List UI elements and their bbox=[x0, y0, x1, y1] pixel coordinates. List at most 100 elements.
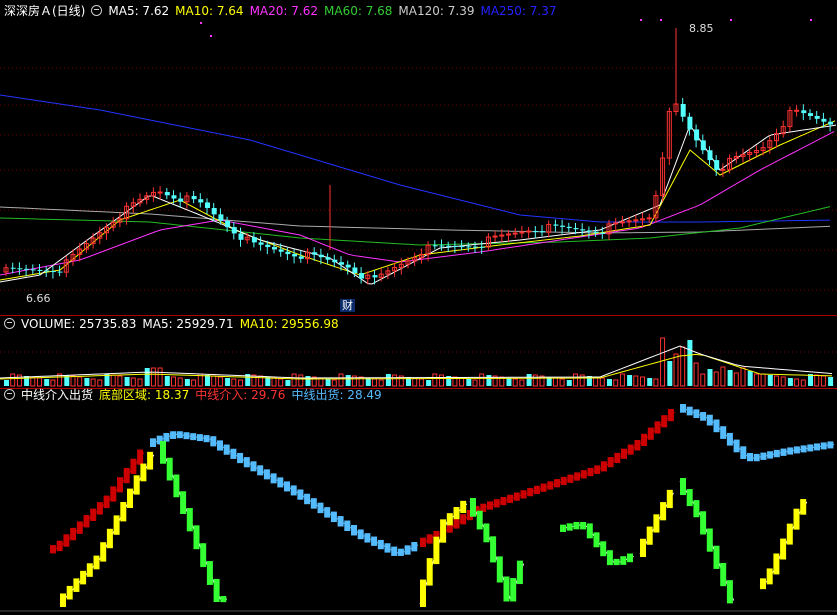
candle-body bbox=[50, 271, 56, 273]
candle-body bbox=[566, 226, 572, 229]
volume-bar bbox=[673, 353, 679, 387]
mid-entry-block bbox=[426, 534, 433, 544]
mid-exit-block bbox=[150, 438, 156, 447]
bottom-zone-block bbox=[786, 523, 793, 545]
volume-bar bbox=[566, 380, 572, 386]
fast-down-block bbox=[700, 511, 707, 535]
mid-exit-block bbox=[807, 444, 814, 452]
volume-bar bbox=[552, 377, 558, 387]
mid-exit-block bbox=[747, 453, 753, 462]
price-panel[interactable]: 深深房Ａ(日线) MA5: 7.62 MA10: 7.64 MA20: 7.62 MA6… bbox=[0, 0, 837, 315]
volume-bar bbox=[177, 377, 183, 387]
volume-bar bbox=[90, 378, 96, 387]
fast-down-block bbox=[627, 553, 633, 563]
candlestick-chart[interactable] bbox=[0, 0, 837, 315]
mid-entry-block bbox=[513, 492, 520, 501]
mid-entry-block bbox=[460, 514, 467, 525]
mid-exit-block bbox=[827, 441, 834, 449]
fast-down-block bbox=[180, 491, 187, 514]
bottom-zone-block bbox=[760, 578, 766, 590]
mid-exit-block bbox=[700, 412, 707, 421]
mid-exit-block bbox=[740, 446, 747, 459]
mid-exit-block bbox=[237, 452, 244, 464]
bottom-zone-block bbox=[133, 475, 140, 495]
volume-bar bbox=[50, 379, 56, 387]
indicator-panel[interactable]: 中线介入出货 底部区域: 18.37 中线介入: 29.76 中线出货: 28.49 bbox=[0, 388, 837, 615]
volume-bar bbox=[124, 377, 130, 386]
volume-header: VOLUME: 25735.83 MA5: 25929.71 MA10: 29556… bbox=[4, 317, 345, 331]
bottom-zone-block bbox=[773, 553, 780, 575]
fast-down-block bbox=[200, 543, 207, 568]
bottom-zone-block bbox=[60, 593, 66, 607]
bottom-zone-block bbox=[440, 519, 447, 543]
fast-down-block bbox=[693, 500, 700, 518]
indicator-chart bbox=[0, 404, 837, 612]
volume-bar bbox=[37, 377, 42, 387]
indicator-settings-icon[interactable] bbox=[4, 389, 15, 400]
mid-exit-block bbox=[290, 485, 297, 496]
mid-exit-block bbox=[230, 448, 237, 459]
volume-bar bbox=[700, 373, 706, 387]
bottom-zone-block bbox=[140, 463, 147, 482]
candle-body bbox=[44, 270, 50, 272]
candle-body bbox=[573, 228, 579, 230]
fast-down-block bbox=[560, 524, 566, 532]
ma250-line bbox=[0, 94, 831, 223]
mid-exit-block bbox=[760, 452, 767, 460]
volume-bar bbox=[291, 373, 297, 387]
candle-body bbox=[30, 269, 36, 271]
stock-title: 深深房Ａ(日线) bbox=[4, 4, 86, 18]
settings-circle-icon[interactable] bbox=[91, 5, 103, 16]
bottom-zone-block bbox=[453, 507, 460, 520]
candle-body bbox=[560, 225, 566, 227]
mid-entry-block bbox=[90, 508, 97, 522]
mid-exit-block bbox=[733, 439, 740, 453]
mid-entry-block bbox=[110, 486, 117, 502]
candle-body bbox=[157, 191, 163, 194]
candle-body bbox=[339, 262, 344, 265]
fast-down-block bbox=[206, 561, 213, 585]
fast-down-block bbox=[166, 457, 173, 481]
mid-exit-block bbox=[706, 414, 713, 426]
financial-report-badge[interactable]: 财 bbox=[340, 299, 355, 312]
bottom-zone-block bbox=[420, 579, 426, 607]
volume-bar bbox=[412, 377, 418, 387]
volume-bar bbox=[16, 374, 22, 387]
mid-entry-block bbox=[500, 496, 507, 506]
volume-bar bbox=[707, 369, 713, 386]
volume-bar bbox=[217, 376, 223, 387]
candle-body bbox=[553, 224, 559, 226]
mid-exit-block bbox=[317, 502, 324, 514]
volume-bar bbox=[526, 374, 532, 386]
candle-body bbox=[814, 115, 820, 119]
candle-body bbox=[171, 195, 177, 199]
mid-exit-block bbox=[210, 436, 217, 447]
candle-body bbox=[707, 150, 713, 161]
mid-exit-block bbox=[800, 445, 807, 453]
fast-down-block bbox=[606, 550, 613, 566]
mid-entry-block bbox=[507, 494, 514, 503]
mid-entry-block bbox=[567, 474, 574, 483]
ma120-label: MA120: 7.39 bbox=[398, 4, 475, 18]
candle-body bbox=[258, 242, 264, 245]
candle-body bbox=[17, 268, 23, 270]
volume-settings-icon[interactable] bbox=[4, 318, 15, 329]
mid-entry-block bbox=[83, 515, 90, 528]
mid-exit-block bbox=[726, 432, 733, 446]
bottom-zone-block bbox=[106, 528, 113, 549]
candle-body bbox=[265, 244, 271, 248]
candle-body bbox=[191, 195, 197, 200]
volume-bar bbox=[285, 380, 291, 386]
volume-panel[interactable]: VOLUME: 25735.83 MA5: 25929.71 MA10: 29556… bbox=[0, 316, 837, 388]
candle-body bbox=[473, 246, 478, 248]
volume-bar bbox=[70, 375, 76, 387]
mid-exit-block bbox=[391, 546, 398, 556]
signal-dot bbox=[810, 19, 812, 21]
volume-bar bbox=[532, 374, 538, 387]
volume-bar bbox=[760, 373, 766, 387]
fast-down-block bbox=[720, 562, 727, 587]
candle-body bbox=[593, 231, 599, 233]
ma250-label: MA250: 7.37 bbox=[480, 4, 557, 18]
volume-bar bbox=[519, 379, 525, 387]
signal-dot bbox=[200, 22, 202, 24]
